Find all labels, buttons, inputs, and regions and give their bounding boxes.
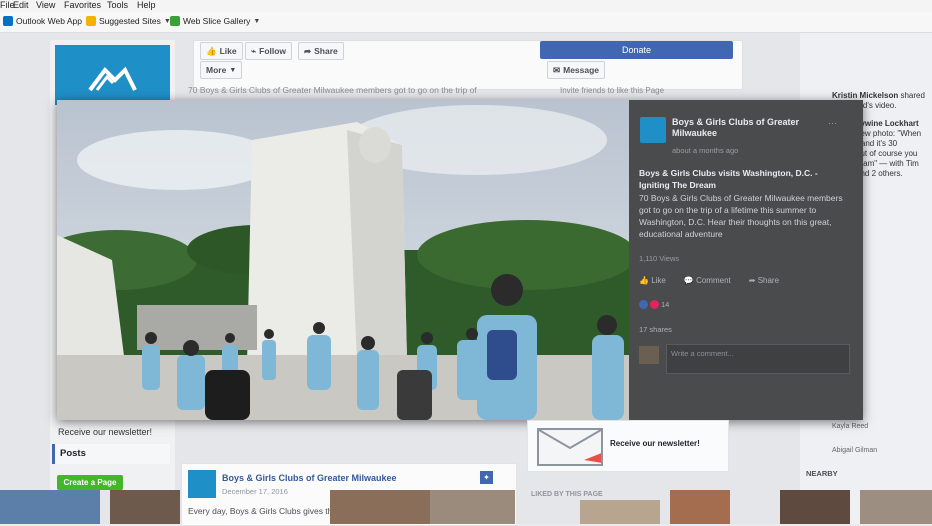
- favorite-label: Outlook Web App: [16, 16, 82, 26]
- friend-name[interactable]: Kayla Reed: [832, 423, 868, 430]
- view-count: 1,110 Views: [639, 254, 680, 263]
- message-icon: ✉: [553, 64, 561, 75]
- suggested-sites-icon: [86, 16, 96, 26]
- chevron-down-icon: ▼: [229, 66, 237, 74]
- share-count[interactable]: 17 shares: [639, 325, 672, 334]
- video-share-button[interactable]: ➦ Share: [749, 276, 779, 290]
- video-action-row: 👍 Like 💬 Comment ➦ Share: [639, 276, 854, 290]
- follow-button[interactable]: ⌁ Follow: [245, 42, 293, 60]
- reaction-summary[interactable]: 14: [639, 300, 669, 309]
- pin-icon: ✦: [480, 471, 493, 484]
- post-author[interactable]: Boys & Girls Clubs of Greater Milwaukee: [222, 473, 397, 483]
- like-label: Like: [219, 46, 237, 56]
- favorite-outlook[interactable]: Outlook Web App: [3, 16, 82, 26]
- notification-action: shared: [900, 91, 925, 100]
- share-icon: ➦: [304, 45, 312, 56]
- video-frame: [57, 100, 629, 420]
- video-like-button[interactable]: 👍 Like: [639, 276, 666, 290]
- share-label: Share: [757, 276, 780, 285]
- comment-input[interactable]: Write a comment...: [666, 344, 850, 374]
- reaction-count: 14: [661, 300, 670, 309]
- menu-view[interactable]: View: [36, 0, 55, 10]
- nearby-heading: NEARBY: [806, 469, 838, 478]
- donate-button[interactable]: Donate: [540, 41, 733, 59]
- message-label: Message: [563, 65, 600, 75]
- friend-name[interactable]: Abigail Gilman: [832, 447, 877, 454]
- more-button[interactable]: More ▼: [200, 61, 243, 79]
- browser-menubar: File Edit View Favorites Tools Help: [0, 0, 932, 12]
- web-slice-icon: [170, 16, 180, 26]
- video-timestamp[interactable]: about a months ago: [672, 146, 738, 155]
- create-page-button[interactable]: Create a Page: [57, 475, 123, 490]
- video-comment-button[interactable]: 💬 Comment: [684, 276, 731, 290]
- chevron-down-icon: ▼: [253, 17, 261, 25]
- video-description: 70 Boys & Girls Clubs of Greater Milwauk…: [639, 193, 843, 239]
- share-label: Share: [314, 46, 338, 56]
- more-label: More: [206, 65, 227, 75]
- like-reaction-icon: [639, 300, 648, 309]
- favorite-label: Suggested Sites: [99, 16, 161, 26]
- newsletter-card-label: Receive our newsletter!: [610, 439, 700, 448]
- share-button[interactable]: ➦ Share: [298, 42, 344, 60]
- video-title: Boys & Girls Clubs visits Washington, D.…: [639, 168, 818, 190]
- like-label: Like: [651, 276, 666, 285]
- bgc-logo-icon: [88, 66, 137, 92]
- love-reaction-icon: [650, 300, 659, 309]
- favorites-bar: Outlook Web App Suggested Sites ▼ Web Sl…: [0, 12, 932, 33]
- user-avatar: [639, 346, 659, 364]
- video-page-name[interactable]: Boys & Girls Clubs of Greater Milwaukee: [672, 117, 842, 139]
- post-preview-text: 70 Boys & Girls Clubs of Greater Milwauk…: [188, 85, 477, 95]
- video-player[interactable]: [57, 100, 629, 420]
- page-profile-picture[interactable]: [55, 45, 170, 105]
- message-button[interactable]: ✉ Message: [547, 61, 606, 79]
- more-options-icon[interactable]: ⋯: [828, 118, 837, 129]
- comment-label: Comment: [696, 276, 731, 285]
- newsletter-link[interactable]: Receive our newsletter!: [58, 427, 152, 437]
- menu-help[interactable]: Help: [137, 0, 156, 10]
- page-avatar[interactable]: [640, 117, 666, 143]
- thumbs-up-icon: 👍: [206, 45, 217, 56]
- favorite-label: Web Slice Gallery: [183, 16, 251, 26]
- follow-label: Follow: [259, 46, 287, 56]
- nav-posts[interactable]: Posts: [52, 444, 170, 464]
- favorite-suggested-sites[interactable]: Suggested Sites ▼: [86, 16, 171, 26]
- invite-friends-link[interactable]: Invite friends to like this Page: [560, 86, 664, 95]
- envelope-icon: [537, 428, 609, 466]
- rss-icon: ⌁: [251, 45, 257, 56]
- notification-name[interactable]: Kristin Mickelson: [832, 91, 898, 100]
- photo-strip: [0, 490, 932, 524]
- menu-favorites[interactable]: Favorites: [64, 0, 101, 10]
- menu-tools[interactable]: Tools: [107, 0, 128, 10]
- menu-edit[interactable]: Edit: [13, 0, 29, 10]
- favorite-web-slice[interactable]: Web Slice Gallery ▼: [170, 16, 260, 26]
- outlook-icon: [3, 16, 13, 26]
- like-button[interactable]: 👍 Like: [200, 42, 243, 60]
